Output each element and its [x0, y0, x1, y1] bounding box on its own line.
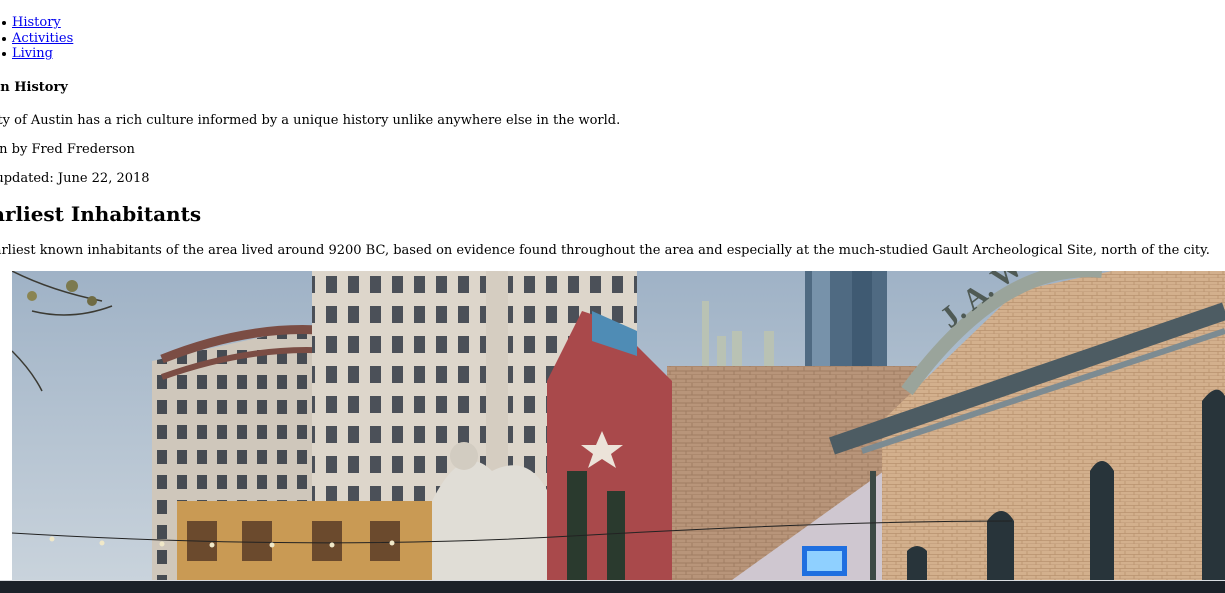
intro-text: city of Austin has a rich culture inform… [0, 113, 621, 128]
page: History Activities Living stin History c… [0, 0, 1225, 580]
nav-item-history: History [1, 15, 73, 31]
nav-link-living[interactable]: Living [12, 46, 53, 61]
austin-street-photo: J. A. WE [12, 271, 1225, 580]
section-title: stin History [0, 80, 68, 95]
taskbar [0, 580, 1225, 593]
article-paragraph: earliest known inhabitants of the area l… [0, 243, 1210, 258]
nav-link-history[interactable]: History [12, 15, 61, 30]
nav-link-activities[interactable]: Activities [12, 31, 73, 46]
nav-item-activities: Activities [1, 31, 73, 47]
last-updated: t updated: June 22, 2018 [0, 171, 150, 186]
author-line: tten by Fred Frederson [0, 142, 135, 157]
article-heading: arliest Inhabitants [0, 202, 202, 226]
nav-list: History Activities Living [0, 15, 73, 62]
nav-item-living: Living [1, 46, 73, 62]
